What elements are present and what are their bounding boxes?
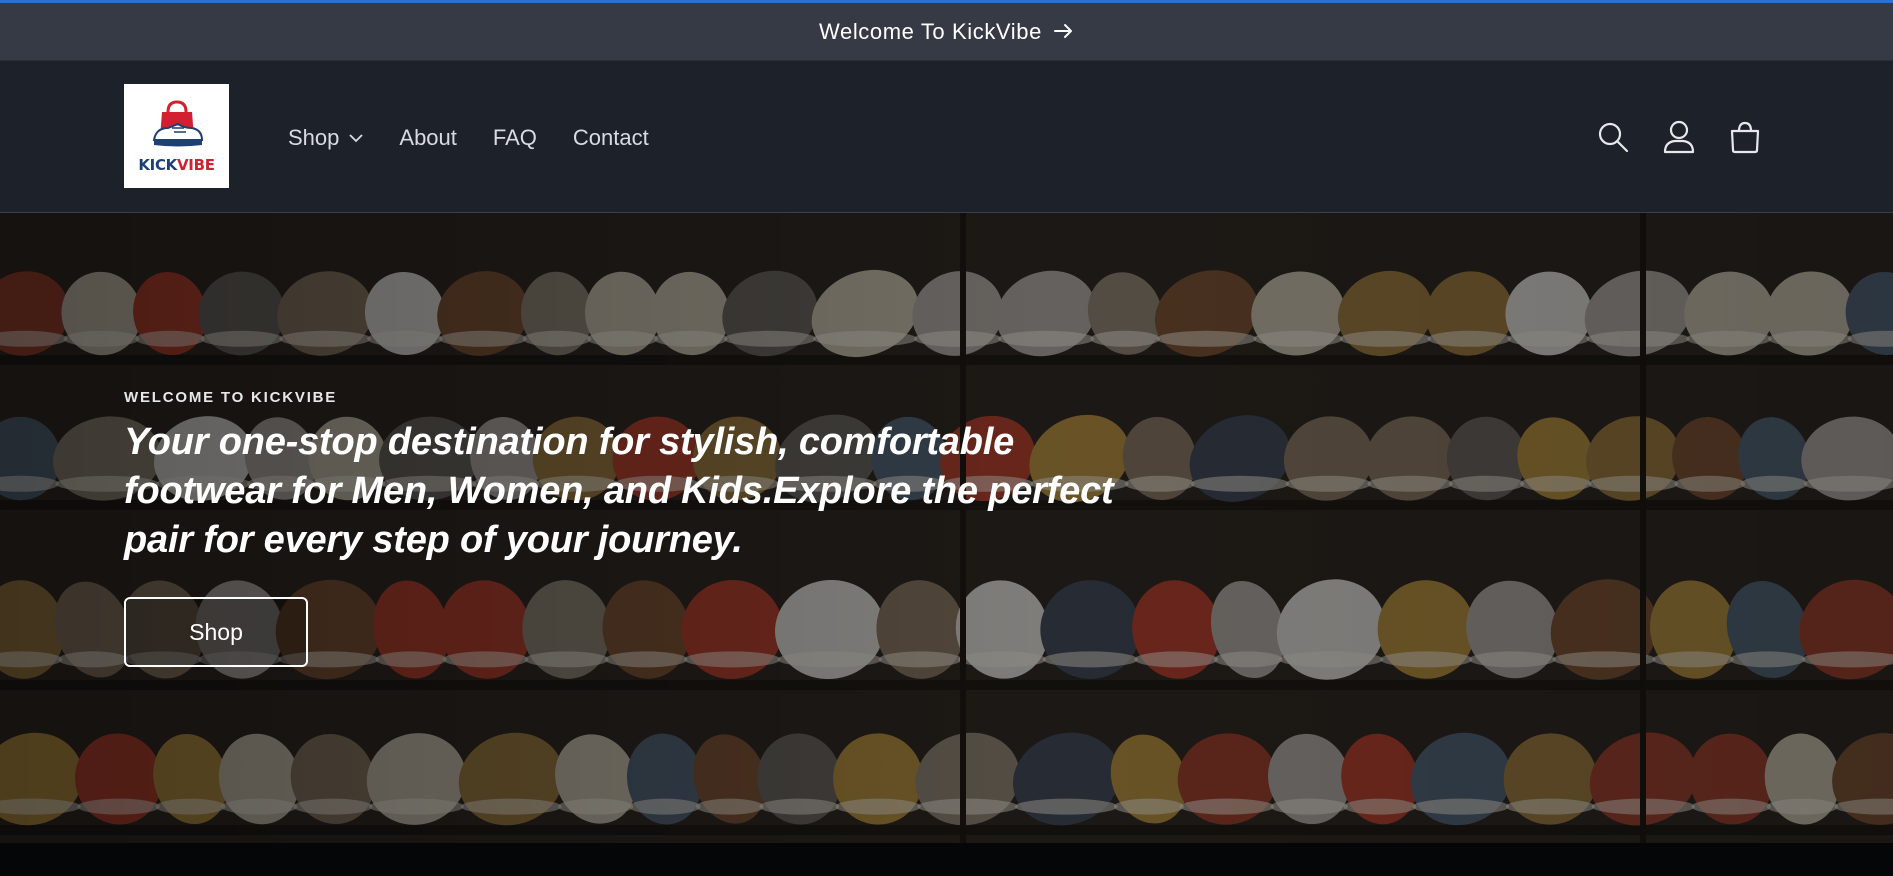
nav-item-label[interactable]: FAQ bbox=[493, 125, 537, 151]
hero-headline: Your one-stop destination for stylish, c… bbox=[124, 421, 1114, 561]
nav-item-about[interactable]: About bbox=[399, 125, 457, 151]
hero-shop-button[interactable]: Shop bbox=[124, 597, 308, 667]
chevron-down-icon[interactable] bbox=[349, 133, 364, 143]
logo-wordmark: KICKVIBE bbox=[138, 156, 215, 174]
nav-item-faq[interactable]: FAQ bbox=[493, 125, 537, 151]
site-header: KICKVIBE Shop About FAQ Contact bbox=[0, 61, 1893, 213]
nav-item-label[interactable]: Contact bbox=[573, 125, 649, 151]
page-bottom-strip bbox=[0, 843, 1893, 876]
main-nav: Shop About FAQ Contact bbox=[288, 118, 685, 158]
arrow-right-icon[interactable] bbox=[1053, 20, 1074, 44]
announcement-text[interactable]: Welcome To KickVibe bbox=[819, 19, 1042, 45]
nav-item-shop[interactable]: Shop bbox=[288, 125, 364, 151]
nav-item-contact[interactable]: Contact bbox=[573, 125, 649, 151]
hero-content: WELCOME TO KICKVIBE Your one-stop destin… bbox=[124, 389, 1164, 667]
hero-banner: WELCOME TO KICKVIBE Your one-stop destin… bbox=[0, 213, 1893, 843]
search-icon[interactable] bbox=[1589, 113, 1637, 161]
hero-eyebrow: WELCOME TO KICKVIBE bbox=[124, 389, 338, 406]
kickvibe-logo[interactable]: KICKVIBE bbox=[124, 84, 229, 188]
nav-item-label[interactable]: Shop bbox=[288, 125, 339, 151]
shopping-bag-sneaker-icon bbox=[152, 100, 203, 147]
header-icons bbox=[1571, 113, 1769, 161]
announcement-bar[interactable]: Welcome To KickVibe bbox=[0, 3, 1893, 61]
account-icon[interactable] bbox=[1655, 113, 1703, 161]
logo-word-kick: KICK bbox=[138, 156, 177, 174]
logo-word-vibe: VIBE bbox=[176, 156, 215, 174]
nav-item-label[interactable]: About bbox=[399, 125, 457, 151]
cart-icon[interactable] bbox=[1721, 113, 1769, 161]
